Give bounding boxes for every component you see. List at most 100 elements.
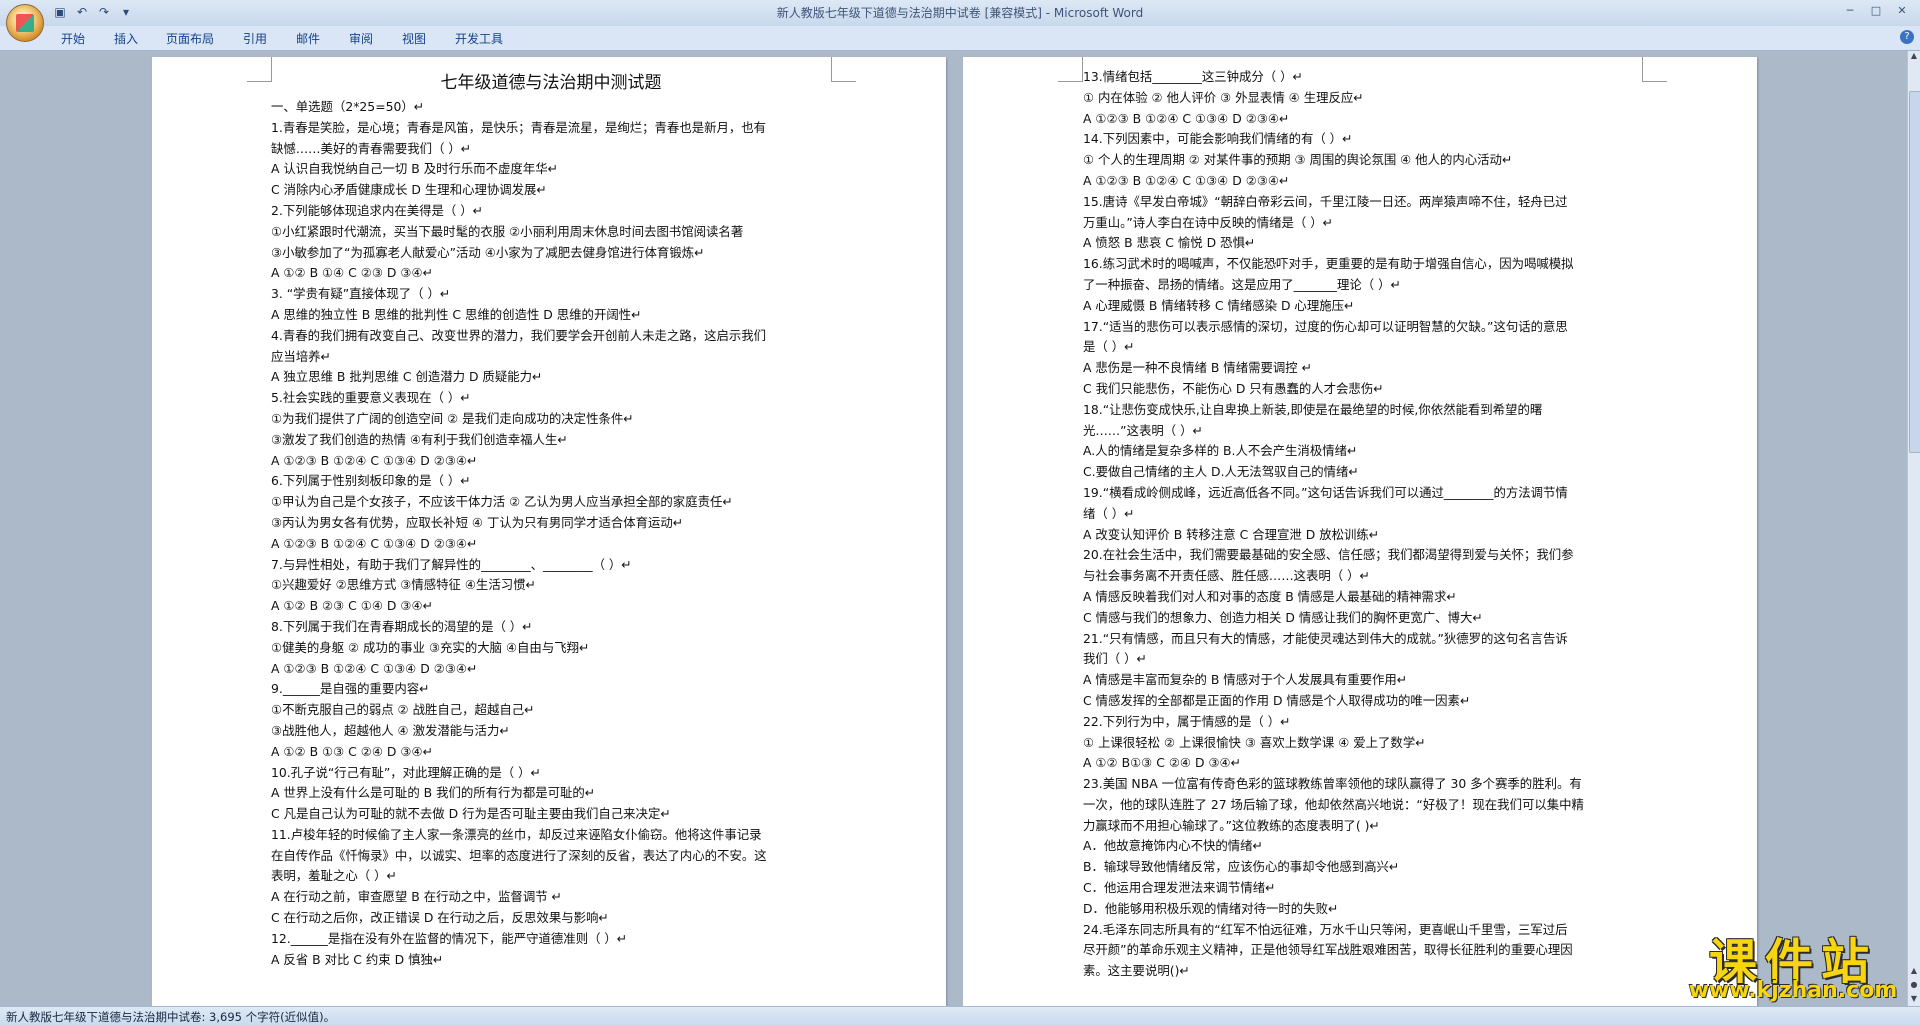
document-line: 在自传作品《忏悔录》中，以诚实、坦率的态度进行了深刻的反省，表达了内心的不安。这 xyxy=(271,847,767,863)
document-line: A 世界上没有什么是可耻的 B 我们的所有行为都是可耻的↵ xyxy=(271,785,596,801)
window-controls: ─ □ ✕ xyxy=(1838,2,1914,20)
document-line: 缺憾……美好的青春需要我们（ ）↵ xyxy=(271,140,472,156)
ribbon-tabs: 开始 插入 页面布局 引用 邮件 审阅 视图 开发工具 ? xyxy=(0,26,1920,51)
document-line: C 消除内心矛盾健康成长 D 生理和心理协调发展↵ xyxy=(271,182,547,198)
document-line: 3. “学贵有疑”直接体现了（ ）↵ xyxy=(271,286,451,302)
document-line: 7.与异性相处，有助于我们了解异性的________、________（ ）↵ xyxy=(271,556,632,572)
document-line: 4.青春的我们拥有改变自己、改变世界的潜力，我们要学会开创前人未走之路，这启示我… xyxy=(271,327,767,343)
document-line: ① 内在体验 ② 他人评价 ③ 外显表情 ④ 生理反应↵ xyxy=(1083,89,1364,105)
document-line: A 独立思维 B 批判思维 C 创造潜力 D 质疑能力↵ xyxy=(271,369,543,385)
document-line: ① 个人的生理周期 ② 对某件事的预期 ③ 周围的舆论氛围 ④ 他人的内心活动↵ xyxy=(1083,152,1513,168)
document-line: A 在行动之前，审查愿望 B 在行动之中，监督调节 ↵ xyxy=(271,889,562,905)
document-line: 10.孔子说“行己有耻”，对此理解正确的是（ ）↵ xyxy=(271,764,541,780)
document-line: A 愤怒 B 悲哀 C 愉悦 D 恐惧↵ xyxy=(1083,235,1256,251)
document-line: ①兴趣爱好 ②思维方式 ③情感特征 ④生活习惯↵ xyxy=(271,577,536,593)
document-line: A ①②③ B ①②④ C ①③④ D ②③④↵ xyxy=(271,452,478,468)
office-button[interactable] xyxy=(6,4,44,42)
document-line: 20.在社会生活中，我们需要最基础的安全感、信任感；我们都渴望得到爱与关怀；我们… xyxy=(1083,547,1574,563)
minimize-icon[interactable]: ─ xyxy=(1838,2,1862,20)
document-line: ① 上课很轻松 ② 上课很愉快 ③ 喜欢上数学课 ④ 爱上了数学↵ xyxy=(1083,734,1426,750)
document-line: 应当培养↵ xyxy=(271,348,331,364)
document-line: 9.______是自强的重要内容↵ xyxy=(271,681,430,697)
scroll-thumb[interactable] xyxy=(1909,91,1920,453)
document-line: 12.______是指在没有外在监督的情况下，能严守道德准则（ ）↵ xyxy=(271,930,628,946)
document-line: C 我们只能悲伤，不能伤心 D 只有愚蠢的人才会悲伤↵ xyxy=(1083,380,1384,396)
status-text[interactable]: 新人教版七年级下道德与法治期中试卷: 3,695 个字符(近似值)。 xyxy=(6,1009,335,1025)
document-line: 14.下列因素中，可能会影响我们情绪的有（ ）↵ xyxy=(1083,131,1353,147)
document-line: 是（ ）↵ xyxy=(1083,339,1135,355)
document-line: A 改变认知评价 B 转移注意 C 合理宣泄 D 放松训练↵ xyxy=(1083,526,1380,542)
document-line: A．他故意掩饰内心不快的情绪↵ xyxy=(1083,838,1263,854)
help-icon[interactable]: ? xyxy=(1900,30,1914,44)
document-line: 表明，羞耻之心（ ）↵ xyxy=(271,868,397,884)
tab-mailings[interactable]: 邮件 xyxy=(296,30,320,47)
document-line: ①健美的身躯 ② 成功的事业 ③充实的大脑 ④自由与飞翔↵ xyxy=(271,639,590,655)
document-line: A 情感是丰富而复杂的 B 情感对于个人发展具有重要作用↵ xyxy=(1083,672,1408,688)
document-line: A 反省 B 对比 C 约束 D 慎独↵ xyxy=(271,951,444,967)
document-line: 24.毛泽东同志所具有的“红军不怕远征难，万水千山只等闲，更喜岷山千里雪，三军过… xyxy=(1083,921,1568,937)
tab-page-layout[interactable]: 页面布局 xyxy=(166,30,214,47)
document-line: A 情感反映着我们对人和对事的态度 B 情感是人最基础的精神需求↵ xyxy=(1083,588,1457,604)
tab-review[interactable]: 审阅 xyxy=(349,30,373,47)
document-line: C 在行动之后你，改正错误 D 在行动之后，反思效果与影响↵ xyxy=(271,910,609,926)
document-line: 19.“横看成岭侧成峰，远近高低各不同。”这句话告诉我们可以通过________… xyxy=(1083,484,1568,500)
tab-insert[interactable]: 插入 xyxy=(114,30,138,47)
document-line: 22.下列行为中，属于情感的是（ ）↵ xyxy=(1083,713,1291,729)
scroll-up-icon[interactable]: ▲ xyxy=(1909,51,1919,63)
document-line: ③战胜他人，超越他人 ④ 激发潜能与活力↵ xyxy=(271,722,510,738)
document-line: A ①②③ B ①②④ C ①③④ D ②③④↵ xyxy=(1083,110,1290,126)
document-line: ③丙认为男女各有优势，应取长补短 ④ 丁认为只有男同学才适合体育运动↵ xyxy=(271,514,684,530)
document-line: ③小敏参加了“为孤寡老人献爱心”活动 ④小家为了减肥去健身馆进行体育锻炼↵ xyxy=(271,244,705,260)
document-line: C 情感发挥的全部都是正面的作用 D 情感是个人取得成功的唯一因素↵ xyxy=(1083,692,1471,708)
document-line: A ①②③ B ①②④ C ①③④ D ②③④↵ xyxy=(271,660,478,676)
document-line: A.人的情绪是复杂多样的 B.人不会产生消极情绪↵ xyxy=(1083,443,1358,459)
document-line: ①小红紧跟时代潮流，买当下最时髦的衣服 ②小丽利用周末休息时间去图书馆阅读名著 xyxy=(271,223,744,239)
document-line: 5.社会实践的重要意义表现在（ ）↵ xyxy=(271,390,471,406)
document-title: 七年级道德与法治期中测试题 xyxy=(440,73,662,93)
document-line: 我们（ ）↵ xyxy=(1083,651,1147,667)
document-line: 光……”这表明（ ）↵ xyxy=(1083,422,1203,438)
document-line: 23.美国 NBA 一位富有传奇色彩的篮球教练曾率领他的球队赢得了 30 多个赛… xyxy=(1083,776,1582,792)
document-line: A ①② B①③ C ②④ D ③④↵ xyxy=(1083,755,1242,771)
left-page-text[interactable]: 七年级道德与法治期中测试题 一、单选题（2*25=50）↵ 1.青春是笑脸，是心境… xyxy=(271,67,831,970)
document-line: A ①② B ①③ C ②④ D ③④↵ xyxy=(271,743,433,759)
document-line: 与社会事务离不开责任感、胜任感……这表明（ ）↵ xyxy=(1083,568,1370,584)
document-line: 尽开颜”的革命乐观主义精神，正是他领导红军战胜艰难困苦，取得长征胜利的重要心理因 xyxy=(1083,942,1573,958)
document-line: 21.“只有情感，而且只有大的情感，才能使灵魂达到伟大的成就。”狄德罗的这句名言… xyxy=(1083,630,1568,646)
margin-mark xyxy=(1058,57,1083,82)
document-line: C．他运用合理发泄法来调节情绪↵ xyxy=(1083,880,1276,896)
document-line: A ①② B ①④ C ②③ D ③④↵ xyxy=(271,265,433,281)
document-line: 一、单选题（2*25=50）↵ xyxy=(271,99,425,114)
tab-home[interactable]: 开始 xyxy=(61,30,85,47)
close-icon[interactable]: ✕ xyxy=(1890,2,1914,20)
document-line: 力赢球而不用担心输球了。”这位教练的态度表明了( )↵ xyxy=(1083,817,1380,833)
document-line: 一次，他的球队连胜了 27 场后输了球，他却依然高兴地说：“好极了！现在我们可以… xyxy=(1083,796,1584,812)
document-line: 了一种振奋、昂扬的情绪。这是应用了_______理论（ ）↵ xyxy=(1083,276,1401,292)
watermark-url: www.kjzhan.com xyxy=(1688,978,1898,1003)
status-bar: 新人教版七年级下道德与法治期中试卷: 3,695 个字符(近似值)。 xyxy=(0,1006,1920,1026)
maximize-icon[interactable]: □ xyxy=(1864,2,1888,20)
right-page-text[interactable]: 13.情绪包括________这三钟成分（ ）↵ ① 内在体验 ② 他人评价 ③ … xyxy=(1083,67,1643,982)
document-line: A 思维的独立性 B 思维的批判性 C 思维的创造性 D 思维的开阔性↵ xyxy=(271,306,642,322)
document-line: A ①②③ B ①②④ C ①③④ D ②③④↵ xyxy=(1083,172,1290,188)
document-line: 1.青春是笑脸，是心境；青春是风笛，是快乐；青春是流星，是绚烂；青春也是新月，也… xyxy=(271,119,767,135)
tab-references[interactable]: 引用 xyxy=(243,30,267,47)
document-line: A 认识自我悦纳自己一切 B 及时行乐而不虚度年华↵ xyxy=(271,161,558,177)
document-canvas: 七年级道德与法治期中测试题 一、单选题（2*25=50）↵ 1.青春是笑脸，是心境… xyxy=(0,51,1908,1006)
vertical-scrollbar[interactable]: ▲ ▲ ● ▼ xyxy=(1907,51,1920,1006)
tab-developer[interactable]: 开发工具 xyxy=(455,30,503,47)
document-page-left: 七年级道德与法治期中测试题 一、单选题（2*25=50）↵ 1.青春是笑脸，是心境… xyxy=(152,57,946,1006)
window-title: 新人教版七年级下道德与法治期中试卷 [兼容模式] - Microsoft Wor… xyxy=(776,6,1144,20)
document-line: 13.情绪包括________这三钟成分（ ）↵ xyxy=(1083,69,1303,84)
document-line: 6.下列属于性别刻板印象的是（ ）↵ xyxy=(271,473,471,489)
title-bar: ▣ ↶ ↷ ▾ 新人教版七年级下道德与法治期中试卷 [兼容模式] - Micro… xyxy=(0,0,1920,27)
document-line: 2.下列能够体现追求内在美得是（ ）↵ xyxy=(271,202,484,218)
document-line: A 悲伤是一种不良情绪 B 情绪需要调控 ↵ xyxy=(1083,360,1312,376)
tab-view[interactable]: 视图 xyxy=(402,30,426,47)
document-line: C 情感与我们的想象力、创造力相关 D 情感让我们的胸怀更宽广、博大↵ xyxy=(1083,609,1483,625)
margin-mark xyxy=(1642,57,1667,82)
watermark-logo: 课件站 www.kjzhan.com xyxy=(1671,922,1915,1007)
document-line: A ①② B ②③ C ①④ D ③④↵ xyxy=(271,598,433,614)
document-page-right: 13.情绪包括________这三钟成分（ ）↵ ① 内在体验 ② 他人评价 ③ … xyxy=(963,57,1757,1006)
document-line: A 心理威慑 B 情绪转移 C 情绪感染 D 心理施压↵ xyxy=(1083,297,1355,313)
